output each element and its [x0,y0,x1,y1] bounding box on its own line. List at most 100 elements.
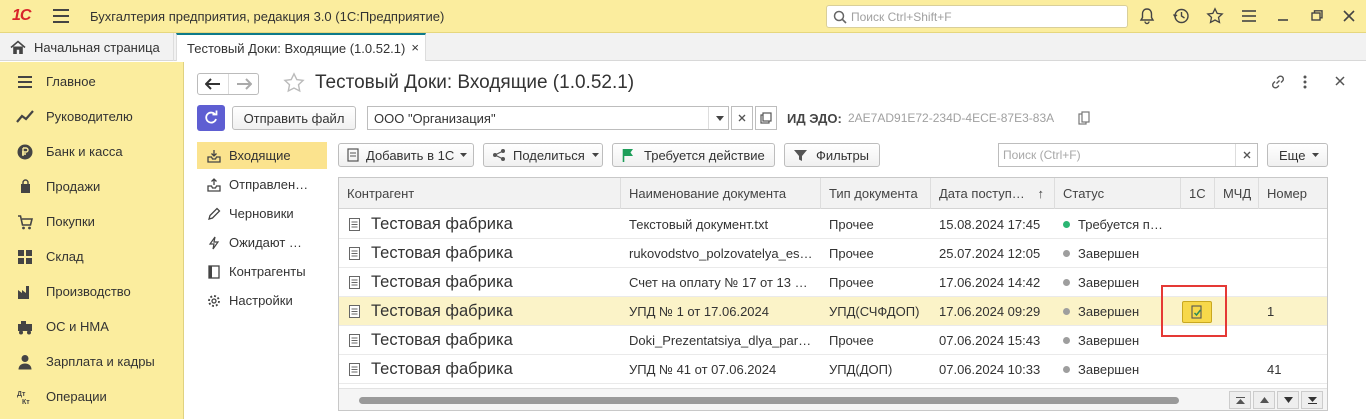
subnav-item-drafts[interactable]: Черновики [197,200,327,227]
copy-icon[interactable] [1078,111,1090,125]
global-search[interactable] [826,5,1128,28]
column-header-number[interactable]: Номер [1259,178,1327,209]
scroll-bottom-icon[interactable] [1301,391,1323,409]
close-icon[interactable] [1340,7,1360,27]
edo-id-value: 2AE7AD91E72-234D-4ECE-87E3-83A [848,111,1055,125]
document-icon [347,148,359,162]
table-row[interactable]: Тестовая фабрика УПД № 1 от 17.06.2024 УПД… [339,297,1327,326]
tab-home[interactable]: Начальная страница [0,33,174,61]
sidebar-item-operations[interactable]: Дт Кт Операции [0,379,184,414]
horizontal-scrollbar[interactable] [339,388,1327,410]
more-vertical-icon[interactable] [1302,74,1308,90]
top-bar: 1С Бухгалтерия предприятия, редакция 3.0… [0,0,1366,33]
sidebar-item-main[interactable]: Главное [0,64,184,99]
history-icon[interactable] [1172,7,1192,27]
more-button[interactable]: Еще [1267,143,1328,167]
action-required-button[interactable]: Требуется действие [612,143,775,167]
basket-icon [16,213,34,231]
mchd-cell [1215,355,1259,384]
action-required-label: Требуется действие [644,147,765,163]
column-header-counterparty[interactable]: Контрагент [339,178,621,209]
column-header-doc-name[interactable]: Наименование документа [621,178,821,209]
sidebar-item-salary[interactable]: Зарплата и кадры [0,344,184,379]
main-menu-icon[interactable] [53,9,69,23]
link-icon[interactable] [1270,74,1286,90]
minimize-icon[interactable] [1274,7,1294,27]
share-button[interactable]: Поделиться [483,143,603,167]
list-search-clear-icon[interactable] [1235,144,1257,166]
organization-field[interactable] [367,106,729,130]
sidebar-item-sales[interactable]: Продажи [0,169,184,204]
posted-in-1c-icon[interactable] [1182,301,1212,323]
sidebar-item-label: Банк и касса [46,144,123,159]
bell-icon[interactable] [1138,7,1158,27]
organization-open-icon[interactable] [755,106,777,130]
subnav-item-incoming[interactable]: Входящие [197,142,327,169]
column-header-date[interactable]: Дата поступ… ↑ [931,178,1055,209]
scroll-up-icon[interactable] [1253,391,1275,409]
name-cell: Счет на оплату № 17 от 13 … [629,275,808,290]
scrollbar-thumb[interactable] [359,397,1179,404]
status-dot-icon [1063,221,1070,229]
back-arrow-icon[interactable] [198,74,228,94]
organization-dropdown-icon[interactable] [708,107,730,129]
subnav-item-settings[interactable]: Настройки [197,287,327,314]
add-to-1c-button[interactable]: Добавить в 1С [338,143,474,167]
home-icon [10,39,26,54]
number-cell [1259,268,1327,297]
organization-clear-icon[interactable] [731,106,753,130]
type-cell: УПД(ДОП) [829,362,893,377]
sidebar-item-label: Зарплата и кадры [46,354,155,369]
column-header-doc-type[interactable]: Тип документа [821,178,931,209]
star-icon[interactable] [1206,7,1226,27]
date-cell: 07.06.2024 15:43 [939,333,1041,348]
sidebar-item-warehouse[interactable]: Склад [0,239,184,274]
tab-close-icon[interactable]: × [411,40,419,55]
table-row[interactable]: Тестовая фабрика Счет на оплату № 17 от 1… [339,268,1327,297]
sidebar-item-assets[interactable]: ОС и НМА [0,309,184,344]
table-row[interactable]: Тестовая фабрика Текстовый документ.txt Пр… [339,210,1327,239]
forward-arrow-icon[interactable] [228,74,258,94]
dtkt-icon: Дт Кт [16,388,34,406]
column-header-1c[interactable]: 1С [1181,178,1215,209]
send-file-button[interactable]: Отправить файл [232,106,356,130]
table-row[interactable]: Тестовая фабрика УПД № 41 от 07.06.2024 УП… [339,355,1327,384]
date-cell: 17.06.2024 09:29 [939,304,1041,319]
type-cell: Прочее [829,217,874,232]
organization-input[interactable] [368,110,708,126]
restore-window-icon[interactable] [1308,7,1328,27]
date-cell: 17.06.2024 14:42 [939,275,1041,290]
menu-icon[interactable] [1240,7,1260,27]
sidebar-item-purchases[interactable]: Покупки [0,204,184,239]
list-search-input[interactable] [999,148,1233,162]
table-row[interactable]: Тестовая фабрика Doki_Prezentatsiya_dlya_… [339,326,1327,355]
scroll-top-icon[interactable] [1229,391,1251,409]
sidebar-item-production[interactable]: Производство [0,274,184,309]
subnav-item-waiting[interactable]: Ожидают … [197,229,327,256]
edo-app-button[interactable] [197,105,225,131]
app-logo[interactable]: 1С [12,7,31,25]
close-form-icon[interactable] [1333,74,1347,88]
status-dot-icon [1063,337,1070,345]
list-search-field[interactable] [998,143,1258,167]
column-header-date-label: Дата поступ… [939,186,1025,201]
number-cell [1259,210,1327,239]
scroll-down-icon[interactable] [1277,391,1299,409]
filters-button[interactable]: Фильтры [784,143,880,167]
sidebar-item-manager[interactable]: Руководителю [0,99,184,134]
counterparty-cell: Тестовая фабрика [371,273,513,291]
tab-active-document[interactable]: Тестовый Доки: Входящие (1.0.52.1) × [176,33,426,61]
sidebar-item-bank[interactable]: Банк и касса [0,134,184,169]
favorite-star-icon[interactable] [283,72,305,94]
subnav-item-sent[interactable]: Отправлен… [197,171,327,198]
subnav-label: Настройки [229,293,293,308]
table-row[interactable]: Тестовая фабрика rukovodstvo_polzovatelya… [339,239,1327,268]
column-header-status[interactable]: Статус [1055,178,1181,209]
subnav-item-counterparties[interactable]: Контрагенты [197,258,327,285]
global-search-input[interactable] [851,9,1111,24]
date-cell: 07.06.2024 10:33 [939,362,1041,377]
filters-label: Фильтры [816,147,870,163]
column-header-mchd[interactable]: МЧД [1215,178,1259,209]
filter-icon [794,149,807,161]
ruble-icon [16,143,34,161]
